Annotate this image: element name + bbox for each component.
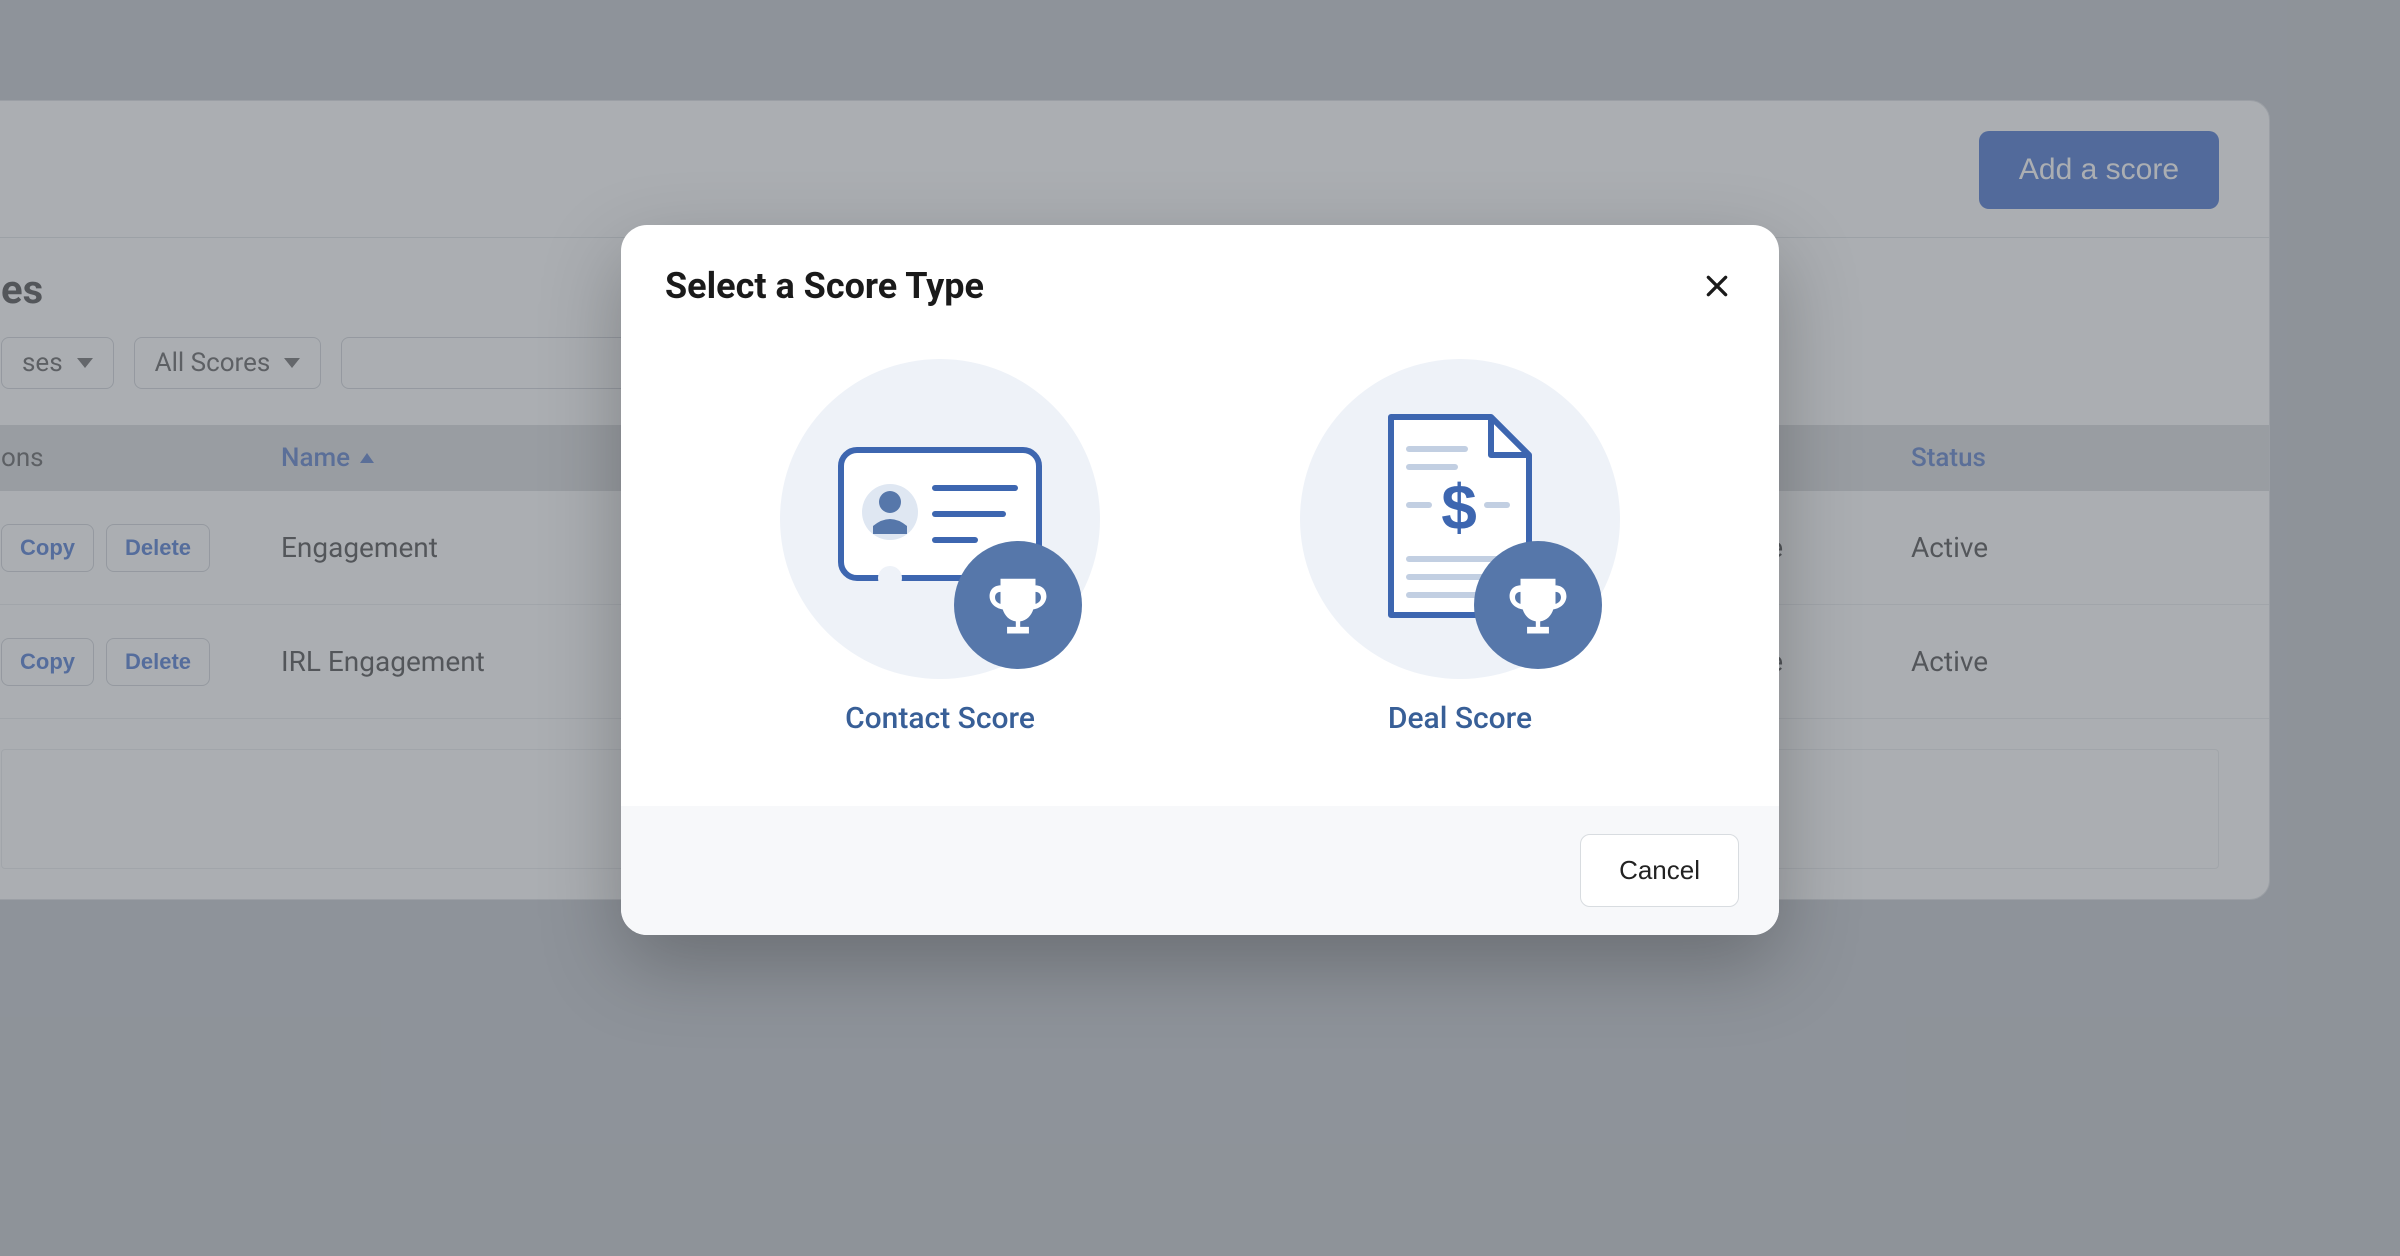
deal-score-label: Deal Score <box>1388 701 1532 736</box>
modal-footer: Cancel <box>621 806 1779 935</box>
contact-score-option[interactable]: Contact Score <box>780 359 1100 736</box>
svg-text:$: $ <box>1441 471 1477 543</box>
contact-score-label: Contact Score <box>845 701 1035 736</box>
close-icon <box>1704 273 1730 299</box>
modal-header: Select a Score Type <box>621 225 1779 329</box>
modal-title: Select a Score Type <box>665 265 984 307</box>
trophy-icon <box>1474 541 1602 669</box>
modal-body: Contact Score $ <box>621 329 1779 806</box>
close-button[interactable] <box>1699 268 1735 304</box>
cancel-button[interactable]: Cancel <box>1580 834 1739 907</box>
contact-card-icon <box>780 359 1100 679</box>
trophy-icon <box>954 541 1082 669</box>
invoice-dollar-icon: $ <box>1300 359 1620 679</box>
deal-score-option[interactable]: $ Deal Score <box>1300 359 1620 736</box>
select-score-type-modal: Select a Score Type <box>621 225 1779 935</box>
